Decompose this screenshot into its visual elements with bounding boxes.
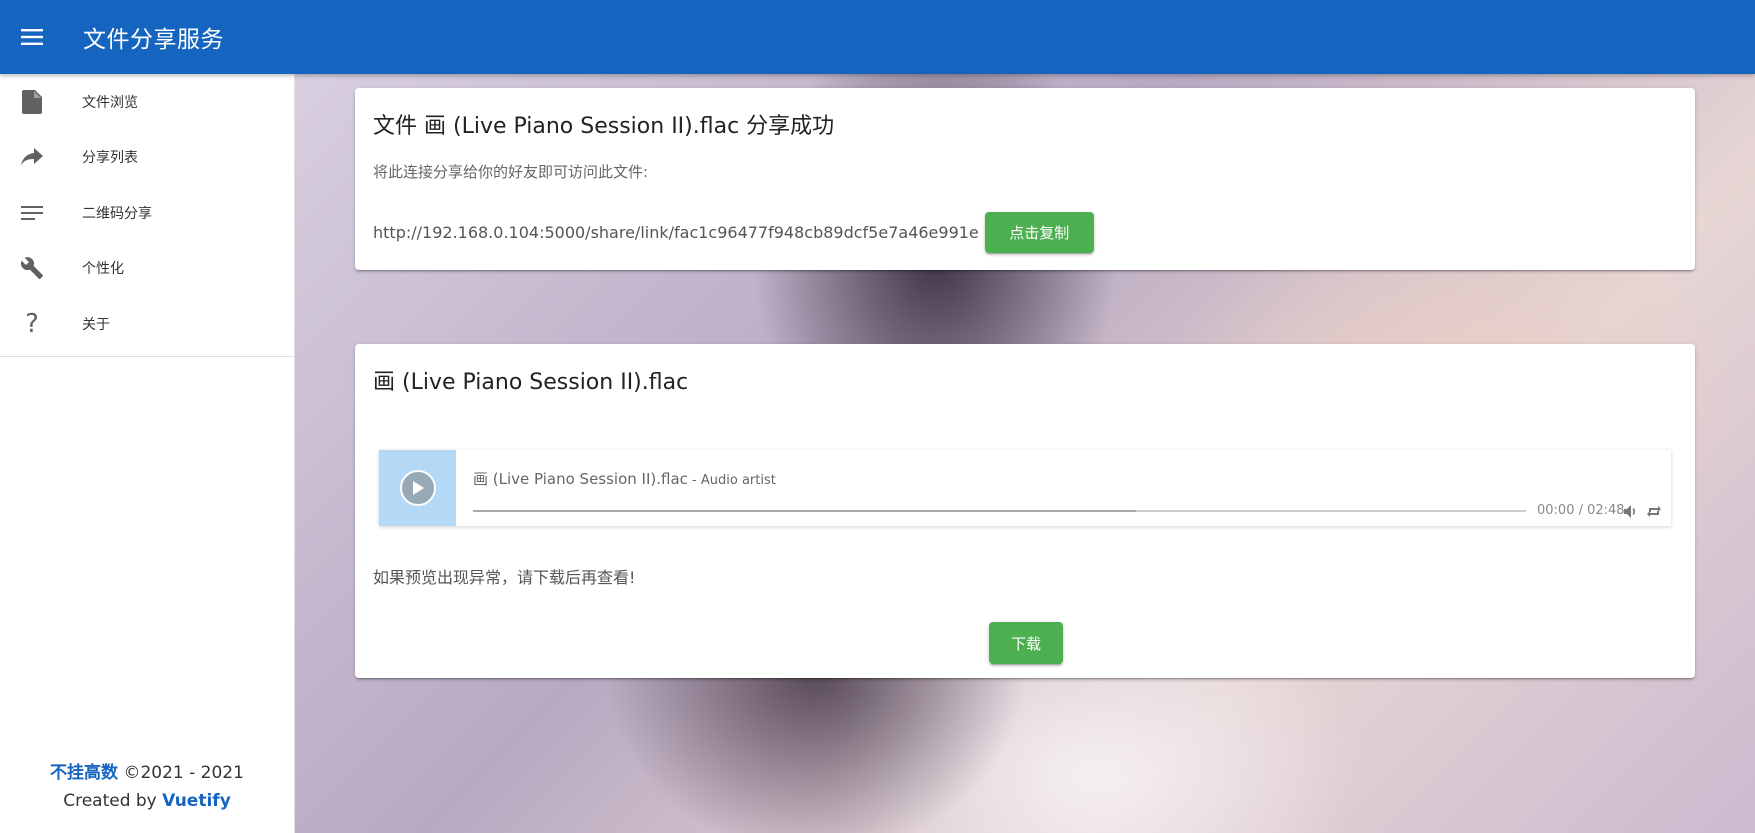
app-title: 文件分享服务 [83, 27, 224, 53]
file-title: 画 (Live Piano Session II).flac [373, 370, 689, 395]
nav-list: 文件浏览 分享列表 二维码分享 个性化 ? 关于 [0, 74, 294, 357]
drawer-footer: 不挂高数 ©2021 - 2021 Created by Vuetify [0, 759, 294, 815]
created-by-text: Created by [63, 791, 157, 811]
sidebar-item-personalize[interactable]: 个性化 [0, 241, 294, 297]
file-preview-card: 画 (Live Piano Session II).flac 画 (Live P… [355, 344, 1695, 678]
share-icon [0, 148, 64, 167]
sidebar-item-label: 文件浏览 [82, 94, 138, 111]
copyright-line: 不挂高数 ©2021 - 2021 [0, 759, 294, 787]
sidebar-item-about[interactable]: ? 关于 [0, 296, 294, 352]
share-link-row: http://192.168.0.104:5000/share/link/fac… [373, 212, 1094, 253]
volume-icon[interactable] [1624, 503, 1638, 522]
track-artist: - Audio artist [687, 473, 776, 488]
progress-loaded [473, 510, 1137, 512]
player-body: 画 (Live Piano Session II).flac - Audio a… [456, 450, 1671, 526]
main-content: 文件 画 (Live Piano Session II).flac 分享成功 将… [295, 74, 1755, 833]
loop-icon[interactable] [1647, 503, 1661, 522]
sidebar-item-share-list[interactable]: 分享列表 [0, 130, 294, 186]
track-info: 画 (Live Piano Session II).flac - Audio a… [473, 468, 776, 489]
wrench-icon [0, 256, 64, 280]
time-display: 00:00 / 02:48 [1537, 503, 1625, 518]
copy-button[interactable]: 点击复制 [984, 212, 1094, 253]
share-link[interactable]: http://192.168.0.104:5000/share/link/fac… [373, 223, 979, 242]
download-button[interactable]: 下载 [989, 622, 1063, 664]
vuetify-link[interactable]: Vuetify [162, 791, 231, 811]
question-icon: ? [25, 308, 39, 339]
sidebar-item-file-browse[interactable]: 文件浏览 [0, 74, 294, 130]
credit-line: Created by Vuetify [0, 787, 294, 815]
sidebar-item-label: 二维码分享 [82, 205, 152, 222]
share-success-title: 文件 画 (Live Piano Session II).flac 分享成功 [373, 114, 835, 139]
share-success-card: 文件 画 (Live Piano Session II).flac 分享成功 将… [355, 88, 1695, 270]
navigation-drawer: 文件浏览 分享列表 二维码分享 个性化 ? 关于 不挂高数 ©2021 - 20… [0, 74, 295, 833]
sidebar-item-qr-share[interactable]: 二维码分享 [0, 185, 294, 241]
brand-name: 不挂高数 [50, 763, 119, 783]
play-icon [399, 470, 436, 506]
play-button[interactable] [379, 450, 456, 526]
copyright-text: ©2021 - 2021 [123, 763, 244, 783]
progress-bar[interactable] [473, 510, 1526, 512]
app-bar: 文件分享服务 [0, 0, 1755, 74]
menu-icon[interactable] [0, 0, 64, 74]
list-lines-icon [0, 205, 64, 221]
sidebar-item-label: 个性化 [82, 261, 124, 278]
audio-player: 画 (Live Piano Session II).flac - Audio a… [379, 450, 1671, 526]
track-name: 画 (Live Piano Session II).flac [473, 470, 688, 488]
share-hint: 将此连接分享给你的好友即可访问此文件: [373, 163, 649, 181]
preview-note: 如果预览出现异常，请下载后再查看! [373, 568, 636, 587]
file-icon [0, 89, 64, 114]
sidebar-item-label: 分享列表 [82, 150, 138, 167]
sidebar-item-label: 关于 [82, 316, 110, 333]
